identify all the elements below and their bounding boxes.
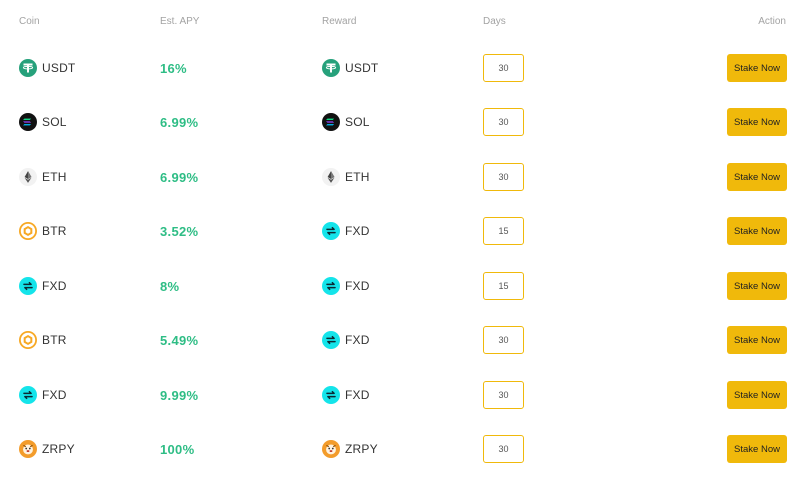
stake-now-button[interactable]: Stake Now (727, 217, 787, 245)
stake-now-button[interactable]: Stake Now (727, 163, 787, 191)
days-option[interactable]: 15 (483, 272, 524, 300)
days-option[interactable]: 30 (483, 108, 524, 136)
coin-symbol: BTR (42, 333, 67, 347)
apy-value: 8% (160, 278, 180, 294)
reward-symbol: FXD (345, 333, 370, 347)
fxd-icon (322, 386, 340, 404)
table-header: Coin Est. APY Reward Days Action (0, 16, 800, 30)
apy-value: 5.49% (160, 332, 199, 348)
coin-cell: BTR (19, 326, 67, 354)
stake-now-button[interactable]: Stake Now (727, 381, 787, 409)
reward-symbol: USDT (345, 61, 379, 75)
fxd-icon (322, 277, 340, 295)
fxd-icon (322, 222, 340, 240)
coin-symbol: SOL (42, 115, 67, 129)
apy-value: 6.99% (160, 114, 199, 130)
apy-value: 9.99% (160, 387, 199, 403)
zrpy-icon (19, 440, 37, 458)
apy-value: 100% (160, 441, 195, 457)
reward-cell: SOL (322, 108, 370, 136)
reward-symbol: ETH (345, 170, 370, 184)
days-option[interactable]: 30 (483, 54, 524, 82)
coin-cell: ETH (19, 163, 67, 191)
table-row: BTR 3.52% FXD 15 Stake Now (0, 217, 800, 271)
coin-cell: USDT (19, 54, 75, 82)
reward-symbol: SOL (345, 115, 370, 129)
coin-symbol: FXD (42, 279, 67, 293)
reward-symbol: FXD (345, 224, 370, 238)
coin-symbol: USDT (42, 61, 76, 75)
table-row: ETH 6.99% ETH 30 Stake Now (0, 163, 800, 217)
apy-value: 3.52% (160, 223, 199, 239)
header-apy: Est. APY (160, 16, 200, 27)
days-option[interactable]: 30 (483, 435, 524, 463)
fxd-icon (19, 386, 37, 404)
fxd-icon (19, 277, 37, 295)
reward-symbol: ZRPY (345, 442, 378, 456)
reward-cell: USDT (322, 54, 378, 82)
header-reward: Reward (322, 16, 357, 27)
eth-icon (322, 168, 340, 186)
table-row: BTR 5.49% FXD 30 Stake Now (0, 326, 800, 380)
days-option[interactable]: 30 (483, 326, 524, 354)
staking-table: Coin Est. APY Reward Days Action USDT 16… (0, 0, 800, 479)
btr-icon (19, 331, 37, 349)
reward-symbol: FXD (345, 388, 370, 402)
sol-icon (322, 113, 340, 131)
table-row: USDT 16% USDT 30 Stake Now (0, 54, 800, 108)
coin-cell: FXD (19, 381, 67, 409)
days-option[interactable]: 15 (483, 217, 524, 245)
eth-icon (19, 168, 37, 186)
coin-symbol: ETH (42, 170, 67, 184)
reward-cell: FXD (322, 217, 370, 245)
apy-value: 16% (160, 60, 187, 76)
days-option[interactable]: 30 (483, 163, 524, 191)
table-row: ZRPY 100% ZRPY 30 Stake Now (0, 435, 800, 479)
coin-cell: ZRPY (19, 435, 75, 463)
stake-now-button[interactable]: Stake Now (727, 272, 787, 300)
days-option[interactable]: 30 (483, 381, 524, 409)
coin-symbol: BTR (42, 224, 67, 238)
table-row: SOL 6.99% SOL 30 Stake Now (0, 108, 800, 162)
sol-icon (19, 113, 37, 131)
coin-symbol: ZRPY (42, 442, 75, 456)
reward-cell: FXD (322, 381, 370, 409)
reward-cell: ZRPY (322, 435, 378, 463)
header-action: Action (758, 16, 786, 27)
reward-symbol: FXD (345, 279, 370, 293)
usdt-icon (322, 59, 340, 77)
header-days: Days (483, 16, 506, 27)
reward-cell: FXD (322, 272, 370, 300)
fxd-icon (322, 331, 340, 349)
table-row: FXD 9.99% FXD 30 Stake Now (0, 381, 800, 435)
apy-value: 6.99% (160, 169, 199, 185)
stake-now-button[interactable]: Stake Now (727, 435, 787, 463)
stake-now-button[interactable]: Stake Now (727, 108, 787, 136)
usdt-icon (19, 59, 37, 77)
reward-cell: FXD (322, 326, 370, 354)
zrpy-icon (322, 440, 340, 458)
stake-now-button[interactable]: Stake Now (727, 54, 787, 82)
header-coin: Coin (19, 16, 40, 27)
coin-cell: FXD (19, 272, 67, 300)
btr-icon (19, 222, 37, 240)
reward-cell: ETH (322, 163, 370, 191)
coin-symbol: FXD (42, 388, 67, 402)
table-row: FXD 8% FXD 15 Stake Now (0, 272, 800, 326)
coin-cell: BTR (19, 217, 67, 245)
stake-now-button[interactable]: Stake Now (727, 326, 787, 354)
coin-cell: SOL (19, 108, 67, 136)
